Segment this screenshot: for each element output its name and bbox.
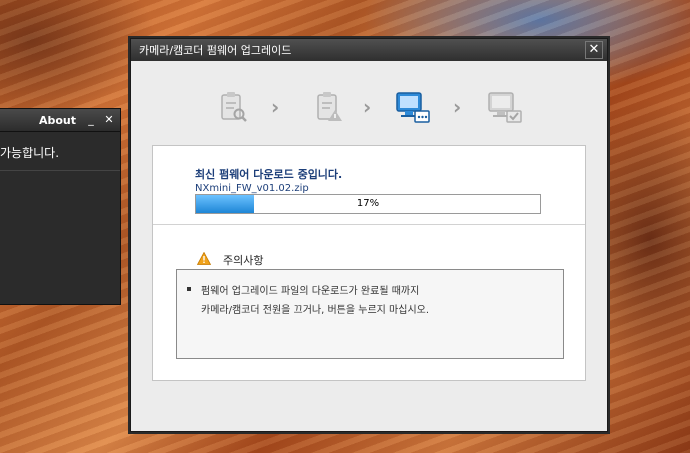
about-title: About (38, 113, 76, 127)
firmware-upgrade-dialog: 카메라/캠코더 펌웨어 업그레이드 ✕ › › › 최신 펌웨어 다운로드 중입… (130, 38, 608, 432)
warning-icon (196, 250, 212, 269)
progress-panel: 최신 펌웨어 다운로드 중입니다. NXmini_FW_v01.02.zip 1… (152, 145, 586, 381)
dialog-title: 카메라/캠코더 펌웨어 업그레이드 (139, 44, 292, 57)
notice-line-1: 펌웨어 업그레이드 파일의 다운로드가 완료될 때까지 (201, 286, 420, 297)
progress-percent: 17% (356, 198, 380, 209)
file-name: NXmini_FW_v01.02.zip (195, 183, 309, 194)
bullet-icon (187, 287, 191, 291)
notice-box: 펌웨어 업그레이드 파일의 다운로드가 완료될 때까지 카메라/캠코더 전원을 … (176, 269, 564, 359)
computer-check-icon (487, 89, 523, 125)
warning-title: 주의사항 (223, 253, 264, 267)
about-titlebar: About _ ✕ (0, 109, 120, 132)
checklist-warning-icon (311, 89, 347, 125)
warning-header: 주의사항 (196, 250, 264, 269)
divider (153, 224, 585, 225)
minimize-icon[interactable]: _ (84, 113, 98, 127)
close-icon[interactable]: ✕ (585, 41, 603, 59)
step-arrow-icon: › (363, 95, 372, 119)
step-indicator: › › › (215, 89, 535, 125)
checklist-search-icon (215, 89, 251, 125)
dialog-titlebar: 카메라/캠코더 펌웨어 업그레이드 ✕ (131, 39, 607, 61)
about-body-text: 가능합니다. (0, 132, 120, 171)
step-arrow-icon: › (453, 95, 462, 119)
progress-bar: 17% (195, 194, 541, 214)
close-icon[interactable]: ✕ (102, 113, 116, 127)
step-arrow-icon: › (271, 95, 280, 119)
status-message: 최신 펌웨어 다운로드 중입니다. (195, 168, 343, 181)
computer-download-icon (395, 89, 431, 125)
about-window: About _ ✕ 가능합니다. (0, 108, 121, 305)
notice-line-2: 카메라/캠코더 전원을 끄거나, 버튼을 누르지 마십시오. (201, 305, 430, 316)
